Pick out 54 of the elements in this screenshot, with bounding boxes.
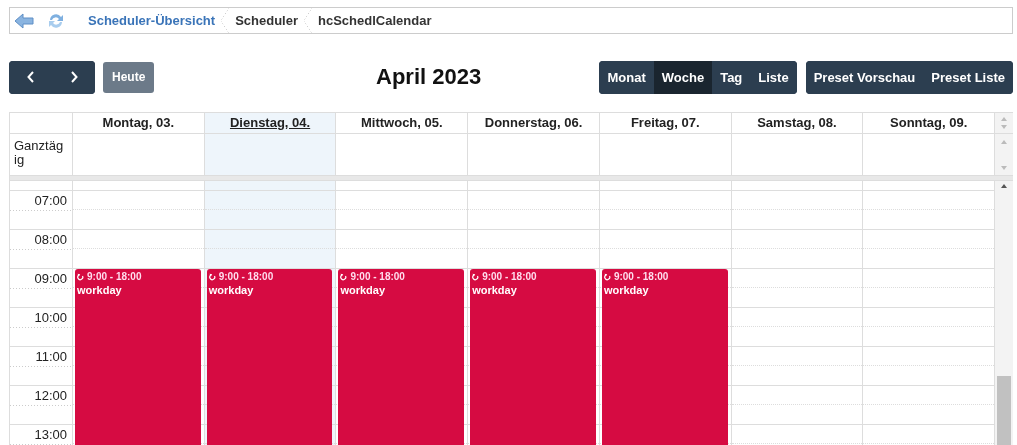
event-title: workday [472, 284, 518, 296]
hour-label: 10:00 [33, 309, 68, 327]
event-time: 9:00 - 18:00 [350, 271, 405, 282]
event-time: 9:00 - 18:00 [613, 271, 669, 282]
day-column[interactable]: 9:00 - 18:00 workday [73, 181, 205, 445]
day-header[interactable]: Freitag, 07. [630, 115, 700, 130]
hour-label: 07:00 [33, 192, 68, 210]
breadcrumb-link[interactable]: hcSchedlCalendar [312, 13, 438, 28]
event-time: 9:00 - 18:00 [218, 271, 274, 282]
hour-label: 12:00 [33, 387, 68, 405]
event-card[interactable]: 9:00 - 18:00 workday [75, 269, 201, 445]
day-column[interactable]: 9:00 - 18:00 workday [336, 181, 469, 445]
event-card[interactable]: 9:00 - 18:00 workday [206, 269, 333, 445]
repeat-icon [208, 272, 216, 281]
day-column[interactable]: 9:00 - 18:00 workday [599, 181, 732, 445]
repeat-icon [603, 272, 611, 281]
event-title: workday [340, 284, 387, 296]
event-time: 9:00 - 18:00 [482, 271, 537, 282]
event-title: workday [603, 284, 650, 296]
scrollbar[interactable] [995, 113, 1014, 133]
breadcrumb-link[interactable]: Scheduler-Übersicht [82, 13, 222, 28]
today-button[interactable]: Heute [103, 61, 155, 93]
chevron-left-icon [26, 71, 35, 83]
day-header[interactable]: Donnerstag, 06. [484, 115, 583, 130]
hour-label: 11:00 [34, 348, 68, 366]
day-header[interactable]: Sonntag, 09. [890, 115, 968, 130]
breadcrumb-link[interactable]: Scheduler [229, 13, 304, 28]
all-day-cell[interactable] [204, 134, 337, 175]
event-card[interactable]: 9:00 - 18:00 workday [601, 269, 728, 445]
all-day-label: Ganztäg ig [13, 137, 65, 169]
back-arrow-icon[interactable] [14, 12, 34, 29]
day-column[interactable]: 9:00 - 18:00 workday [468, 181, 600, 445]
day-column[interactable] [731, 181, 864, 445]
hour-label: 09:00 [33, 270, 68, 288]
hour-label: 13:00 [33, 426, 68, 444]
repeat-icon [472, 272, 480, 281]
scrollbar[interactable] [995, 181, 1013, 445]
scroll-thumb[interactable] [997, 376, 1011, 445]
chevron-right-icon [69, 71, 78, 83]
scrollbar[interactable] [995, 134, 1014, 175]
event-time: 9:00 - 18:00 [87, 271, 142, 282]
day-header[interactable]: Samstag, 08. [757, 115, 837, 130]
repeat-icon [340, 272, 348, 281]
repeat-icon [77, 272, 84, 281]
event-card[interactable]: 9:00 - 18:00 workday [470, 269, 596, 445]
day-header[interactable]: Montag, 03. [102, 115, 175, 130]
day-column[interactable]: 9:00 - 18:00 workday [204, 181, 337, 445]
event-title: workday [208, 284, 255, 296]
event-title: workday [77, 284, 123, 296]
calendar-title: April 2023 [376, 64, 482, 90]
day-header[interactable]: Mittwoch, 05. [361, 115, 443, 130]
view-tab[interactable]: Woche [653, 60, 713, 94]
event-card[interactable]: 9:00 - 18:00 workday [338, 269, 465, 445]
hour-label: 08:00 [33, 231, 68, 249]
